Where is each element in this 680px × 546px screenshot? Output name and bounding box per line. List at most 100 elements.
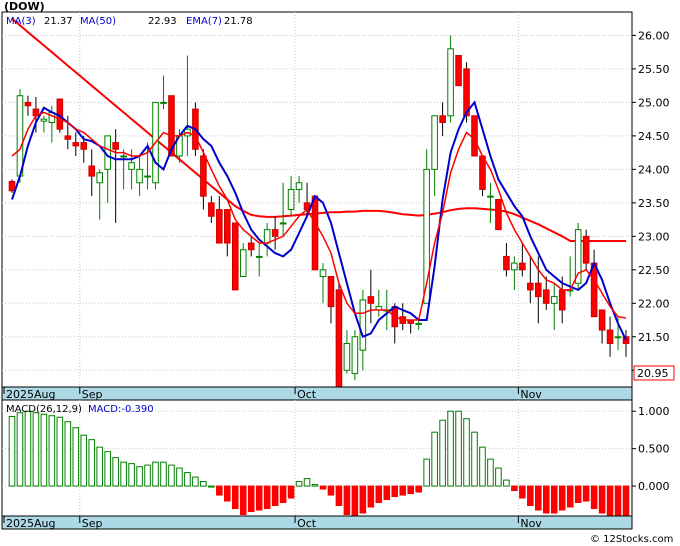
macd-bar xyxy=(311,484,319,487)
candle-body xyxy=(8,180,16,192)
candle xyxy=(447,35,454,123)
macd-bar xyxy=(287,485,295,499)
candle-body xyxy=(40,118,48,122)
legend-ma50-label: MA(50) xyxy=(80,16,116,27)
candle-body xyxy=(367,296,375,304)
candle-body xyxy=(535,282,542,298)
candle-body xyxy=(558,289,566,311)
candle-body xyxy=(503,255,510,271)
macd-bar xyxy=(136,466,143,487)
macd-tick-label: 0.000 xyxy=(638,480,670,493)
macd-bar xyxy=(192,476,199,487)
candle-body xyxy=(263,229,271,244)
macd-bar xyxy=(343,485,351,516)
macd-bar xyxy=(367,485,375,508)
macd-bar xyxy=(399,485,407,496)
macd-bar xyxy=(255,485,263,511)
chart-title: (DOW) xyxy=(4,0,45,13)
candle-body xyxy=(527,282,534,291)
stock-chart: 26.00 25.50 25.00 24.50 24.00 23.50 23.00 22.50… xyxy=(0,0,680,546)
candle-body xyxy=(590,262,598,318)
macd-bar xyxy=(271,485,279,507)
price-panel: 26.00 25.50 25.00 24.50 24.00 23.50 23.00 22.50… xyxy=(1,11,675,388)
macd-bar xyxy=(96,446,103,487)
candle-body xyxy=(542,289,550,304)
macd-bar xyxy=(495,467,502,487)
candle-body xyxy=(247,242,255,251)
macd-bar xyxy=(391,485,399,498)
macd-bar xyxy=(542,485,550,514)
macd-bar xyxy=(16,412,24,487)
candle-body xyxy=(295,182,303,190)
candle-body xyxy=(335,289,343,388)
candle-body xyxy=(216,209,223,244)
candle-body xyxy=(200,155,207,197)
macd-bar xyxy=(351,485,359,517)
macd-bar xyxy=(550,485,558,514)
candle-body xyxy=(72,142,80,147)
macd-bar xyxy=(407,485,414,495)
candle-body xyxy=(231,222,239,291)
macd-bar xyxy=(200,481,207,487)
macd-bar xyxy=(48,415,56,487)
x-tick-label: Nov xyxy=(520,517,542,530)
price-tick-label: 24.50 xyxy=(638,130,670,143)
candle-body xyxy=(415,322,422,325)
candle-body xyxy=(511,262,518,271)
macd-bar xyxy=(558,485,566,511)
x-tick-label: 2025Aug xyxy=(6,517,55,530)
macd-bar xyxy=(471,431,478,487)
macd-bar xyxy=(503,479,510,487)
macd-bar xyxy=(32,412,40,487)
candle-body xyxy=(606,329,614,344)
candle xyxy=(335,283,343,388)
macd-bar xyxy=(152,461,159,487)
candle xyxy=(351,330,359,381)
macd-panel: 1.000 0.500 0.000 MACD(26,12,9) MACD:-0.39… xyxy=(1,399,670,517)
candle-body xyxy=(287,188,295,211)
macd-bar xyxy=(72,427,80,487)
macd-bar xyxy=(383,485,391,501)
macd-bar xyxy=(184,472,191,487)
macd-bar xyxy=(590,485,598,510)
price-tick-label: 22.00 xyxy=(638,297,670,310)
candle-body xyxy=(447,48,454,117)
candle-body xyxy=(598,309,606,331)
macd-bar xyxy=(327,485,335,496)
macd-title: MACD(26,12,9) xyxy=(6,404,82,415)
candle-body xyxy=(582,235,590,264)
macd-bar xyxy=(56,416,64,487)
macd-bar xyxy=(303,478,311,487)
price-tick-label: 23.50 xyxy=(638,197,670,210)
candle-body xyxy=(24,101,32,107)
macd-bar xyxy=(263,485,271,510)
candle-body xyxy=(614,336,622,339)
macd-bar xyxy=(279,485,287,504)
candle-body xyxy=(136,168,143,184)
candle-body xyxy=(550,296,558,304)
candle-body xyxy=(311,195,319,271)
legend-ema7-value: 21.78 xyxy=(224,16,253,27)
candle-body xyxy=(519,262,526,271)
macd-bar xyxy=(231,485,239,510)
last-price-label: 20.95 xyxy=(637,367,669,380)
legend-ma3-value: 21.37 xyxy=(44,16,73,27)
candle-body xyxy=(16,95,24,177)
macd-bar xyxy=(224,485,231,502)
macd-bar xyxy=(439,419,446,487)
candle-body xyxy=(80,142,88,150)
legend-ma50-value: 22.93 xyxy=(148,16,177,27)
macd-bar xyxy=(455,410,462,487)
macd-bar xyxy=(622,485,630,516)
candle-body xyxy=(271,229,279,237)
macd-bar xyxy=(120,461,127,487)
macd-bar xyxy=(8,415,16,487)
macd-bar xyxy=(431,431,438,487)
candle-body xyxy=(439,115,446,123)
candle-body xyxy=(455,55,462,87)
candle-body xyxy=(96,172,103,184)
macd-bar xyxy=(519,485,526,499)
macd-bar xyxy=(144,464,151,487)
candle-body xyxy=(343,342,351,371)
macd-bar xyxy=(40,413,48,487)
